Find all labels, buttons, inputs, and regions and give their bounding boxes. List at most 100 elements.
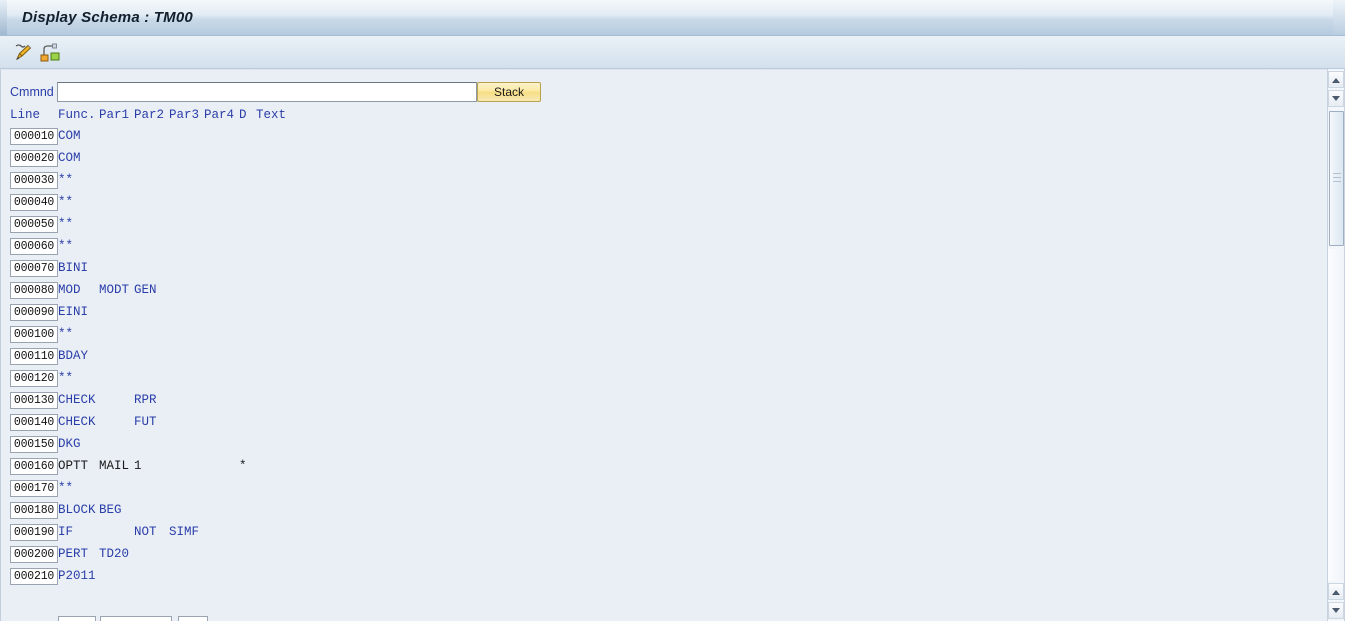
partial-field-par[interactable]: [100, 616, 172, 621]
cell-par2[interactable]: RPR: [134, 393, 157, 407]
cell-func[interactable]: **: [58, 481, 73, 495]
line-number-field[interactable]: 000200: [10, 546, 58, 563]
application-toolbar: © www.tutorialkart.com: [0, 36, 1345, 99]
table-row[interactable]: 000180 BLOCK BEG: [1, 500, 1327, 522]
cell-par2[interactable]: 1: [134, 459, 142, 473]
table-row[interactable]: 000210 P2011: [1, 566, 1327, 588]
table-row[interactable]: 000060 **: [1, 236, 1327, 258]
cell-par2[interactable]: NOT: [134, 525, 157, 539]
cell-d[interactable]: *: [239, 459, 247, 473]
column-header-text: Text: [256, 108, 287, 122]
table-row-partial[interactable]: [1, 588, 1327, 621]
line-number-field[interactable]: 000100: [10, 326, 58, 343]
cell-func[interactable]: BDAY: [58, 349, 88, 363]
edit-pencil-icon[interactable]: [13, 42, 35, 63]
table-row[interactable]: 000110 BDAY: [1, 346, 1327, 368]
line-number-field[interactable]: 000030: [10, 172, 58, 189]
table-row[interactable]: 000020 COM: [1, 148, 1327, 170]
cell-func[interactable]: **: [58, 371, 73, 385]
window-right-margin: [1345, 0, 1357, 621]
table-row[interactable]: 000070 BINI: [1, 258, 1327, 280]
cell-par1[interactable]: MAIL: [99, 459, 129, 473]
line-number-field[interactable]: 000150: [10, 436, 58, 453]
cell-func[interactable]: BLOCK: [58, 503, 96, 517]
table-row[interactable]: 000170 **: [1, 478, 1327, 500]
line-number-field[interactable]: 000130: [10, 392, 58, 409]
line-number-field[interactable]: 000060: [10, 238, 58, 255]
table-row[interactable]: 000010 COM: [1, 126, 1327, 148]
cell-func[interactable]: OPTT: [58, 459, 88, 473]
structure-icon[interactable]: [39, 42, 61, 63]
line-number-field[interactable]: 000180: [10, 502, 58, 519]
partial-field-func[interactable]: [58, 616, 96, 621]
cell-func[interactable]: MOD: [58, 283, 81, 297]
triangle-up-icon: [1332, 589, 1340, 595]
scrollbar-grip-icon: [1332, 172, 1341, 185]
cell-func[interactable]: **: [58, 173, 73, 187]
line-number-field[interactable]: 000080: [10, 282, 58, 299]
cell-func[interactable]: **: [58, 327, 73, 341]
line-number-field[interactable]: 000160: [10, 458, 58, 475]
stack-button[interactable]: Stack: [477, 82, 541, 102]
line-number-field[interactable]: 000050: [10, 216, 58, 233]
cell-func[interactable]: P2011: [58, 569, 96, 583]
line-number-field[interactable]: 000140: [10, 414, 58, 431]
cell-func[interactable]: PERT: [58, 547, 88, 561]
cell-func[interactable]: COM: [58, 129, 81, 143]
cell-func[interactable]: CHECK: [58, 393, 96, 407]
scrollbar-track-lower[interactable]: [1328, 249, 1344, 581]
table-row[interactable]: 000190 IF NOT SIMF: [1, 522, 1327, 544]
command-input[interactable]: [57, 82, 477, 102]
cell-par2[interactable]: FUT: [134, 415, 157, 429]
table-row[interactable]: 000140 CHECK FUT: [1, 412, 1327, 434]
cell-par1[interactable]: MODT: [99, 283, 129, 297]
scroll-down-button-bottom[interactable]: [1328, 602, 1344, 619]
line-number-field[interactable]: 000110: [10, 348, 58, 365]
line-number-field[interactable]: 000190: [10, 524, 58, 541]
partial-field-d[interactable]: [178, 616, 208, 621]
table-row[interactable]: 000130 CHECK RPR: [1, 390, 1327, 412]
line-number-field[interactable]: 000010: [10, 128, 58, 145]
cell-func[interactable]: CHECK: [58, 415, 96, 429]
cell-par1[interactable]: TD20: [99, 547, 129, 561]
cell-func[interactable]: **: [58, 239, 73, 253]
cell-func[interactable]: EINI: [58, 305, 88, 319]
table-row[interactable]: 000090 EINI: [1, 302, 1327, 324]
column-header-d: D: [239, 108, 247, 122]
cell-func[interactable]: **: [58, 195, 73, 209]
cell-par2[interactable]: GEN: [134, 283, 157, 297]
cell-func[interactable]: **: [58, 217, 73, 231]
scrollbar-thumb[interactable]: [1329, 111, 1344, 246]
table-row[interactable]: 000160 OPTT MAIL 1 *: [1, 456, 1327, 478]
sap-gui-window: Display Schema : TM00 © www.tutorialkart…: [0, 0, 1357, 621]
table-body: 000010 COM 000020 COM 000030 ** 000040 ** 000050…: [1, 126, 1327, 588]
cell-par1[interactable]: BEG: [99, 503, 122, 517]
table-row[interactable]: 000150 DKG: [1, 434, 1327, 456]
table-row[interactable]: 000120 **: [1, 368, 1327, 390]
triangle-up-icon: [1332, 77, 1340, 83]
line-number-field[interactable]: 000040: [10, 194, 58, 211]
title-bar-right-edge: [1333, 0, 1345, 35]
cell-func[interactable]: IF: [58, 525, 73, 539]
line-number-field[interactable]: 000020: [10, 150, 58, 167]
table-row[interactable]: 000200 PERT TD20: [1, 544, 1327, 566]
scroll-up-button-top[interactable]: [1328, 71, 1344, 88]
scroll-up-button-bottom[interactable]: [1328, 583, 1344, 600]
line-number-field[interactable]: 000090: [10, 304, 58, 321]
table-row[interactable]: 000050 **: [1, 214, 1327, 236]
table-row[interactable]: 000040 **: [1, 192, 1327, 214]
line-number-field[interactable]: 000120: [10, 370, 58, 387]
table-row[interactable]: 000080 MOD MODT GEN: [1, 280, 1327, 302]
cell-func[interactable]: COM: [58, 151, 81, 165]
cell-func[interactable]: BINI: [58, 261, 88, 275]
schema-table: Line Func. Par1 Par2 Par3 Par4 D Text 000010 COM…: [1, 108, 1327, 588]
line-number-field[interactable]: 000070: [10, 260, 58, 277]
scroll-down-button-top[interactable]: [1328, 90, 1344, 107]
vertical-scrollbar[interactable]: [1327, 69, 1345, 621]
line-number-field[interactable]: 000170: [10, 480, 58, 497]
cell-par3[interactable]: SIMF: [169, 525, 199, 539]
line-number-field[interactable]: 000210: [10, 568, 58, 585]
table-row[interactable]: 000030 **: [1, 170, 1327, 192]
cell-func[interactable]: DKG: [58, 437, 81, 451]
table-row[interactable]: 000100 **: [1, 324, 1327, 346]
